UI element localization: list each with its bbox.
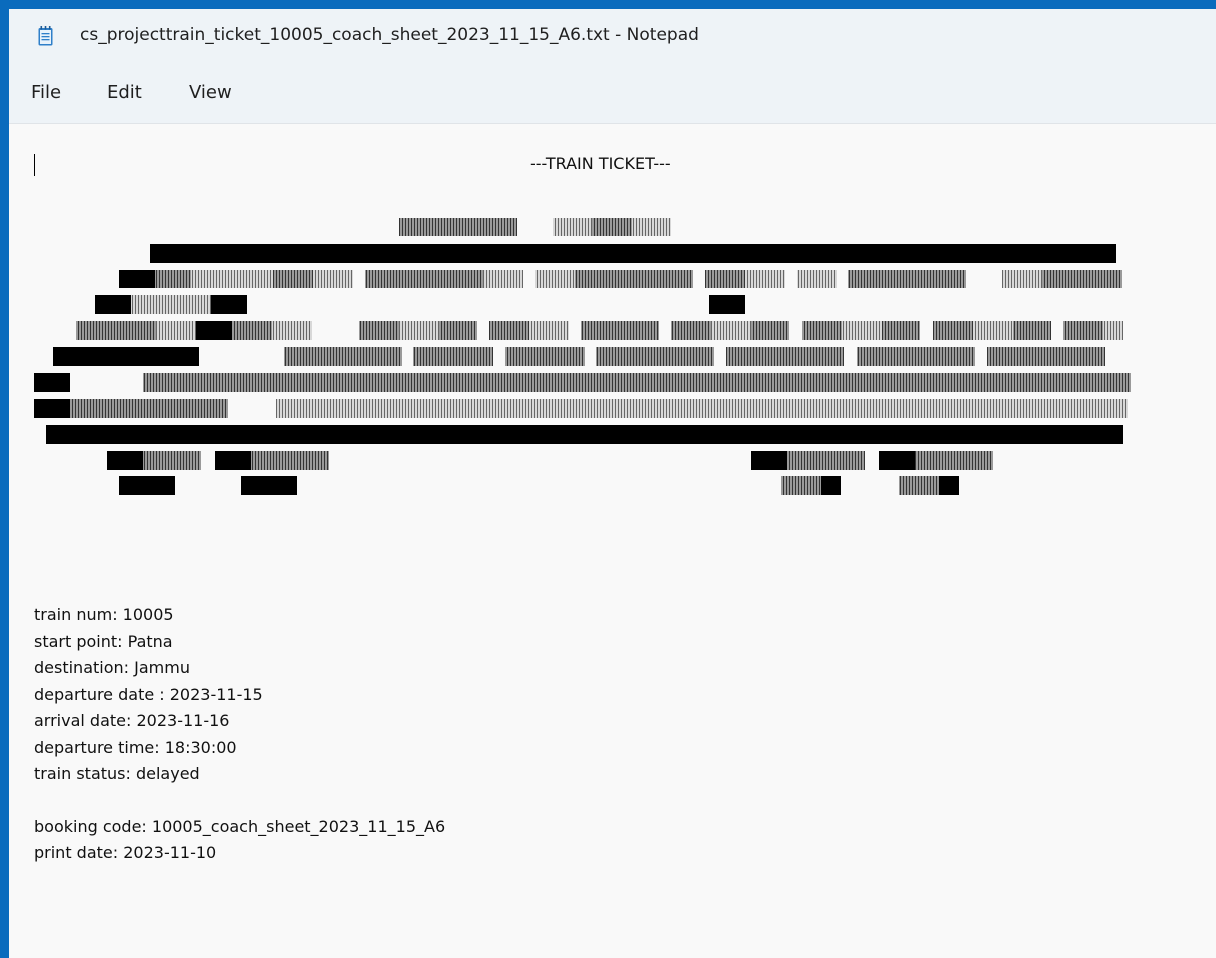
notepad-window: cs_projecttrain_ticket_10005_coach_sheet…	[0, 0, 1216, 958]
menu-edit[interactable]: Edit	[107, 82, 142, 103]
title-bar[interactable]: cs_projecttrain_ticket_10005_coach_sheet…	[9, 9, 1216, 67]
menu-view[interactable]: View	[189, 82, 232, 103]
destination-line: destination: Jammu	[34, 658, 190, 677]
train-ascii-art	[34, 218, 1131, 495]
text-editor-area[interactable]: ---TRAIN TICKET--- train num: 10005 star…	[9, 124, 1216, 958]
print-date-line: print date: 2023-11-10	[34, 843, 217, 862]
ticket-details: train num: 10005 start point: Patna dest…	[34, 602, 445, 867]
departure-date-line: departure date : 2023-11-15	[34, 684, 263, 704]
window-title: cs_projecttrain_ticket_10005_coach_sheet…	[80, 25, 699, 45]
train-status-line: train status: delayed	[34, 764, 200, 783]
start-point-line: start point: Patna	[34, 631, 173, 651]
booking-code-line: booking code: 10005_coach_sheet_2023_11_…	[34, 816, 446, 836]
menu-bar: File Edit View	[9, 67, 1216, 124]
departure-time-line: departure time: 18:30:00	[34, 737, 237, 757]
notepad-icon	[38, 26, 53, 46]
menu-file[interactable]: File	[31, 82, 61, 103]
train-num-line: train num: 10005	[34, 605, 174, 624]
arrival-date-line: arrival date: 2023-11-16	[34, 711, 230, 730]
